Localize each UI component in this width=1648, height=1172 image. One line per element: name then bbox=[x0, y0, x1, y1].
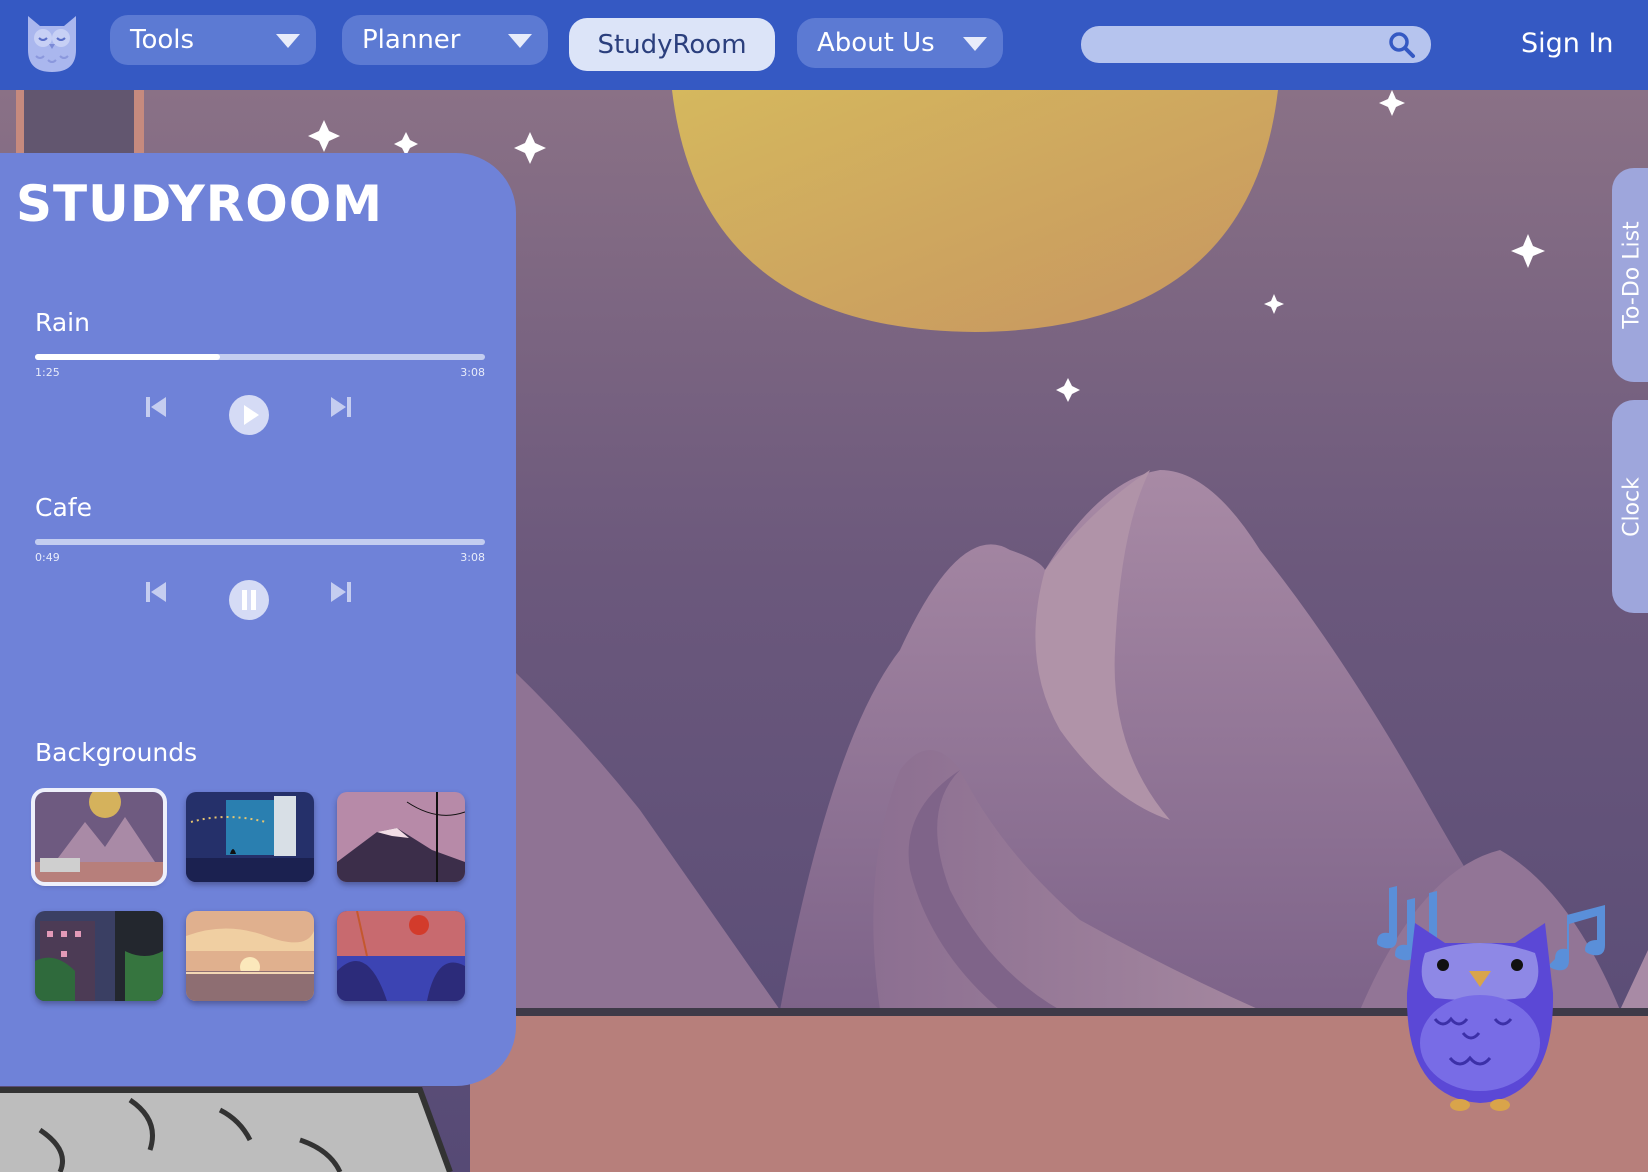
clock-tab[interactable]: Clock bbox=[1612, 400, 1648, 613]
progress-bar[interactable] bbox=[35, 539, 485, 545]
skip-next-icon[interactable] bbox=[328, 579, 354, 609]
planner-label: Planner bbox=[362, 25, 461, 55]
chevron-down-icon bbox=[276, 34, 300, 48]
progress-fill bbox=[35, 539, 152, 545]
owl-mascot-icon bbox=[1355, 883, 1615, 1133]
track-name: Rain bbox=[35, 308, 90, 337]
skip-previous-icon[interactable] bbox=[143, 394, 169, 424]
cafe-player: Cafe 0:49 3:08 bbox=[35, 493, 485, 620]
duration-time: 3:08 bbox=[460, 551, 485, 564]
background-thumb-night-window[interactable] bbox=[186, 792, 314, 882]
owl-logo-icon[interactable] bbox=[22, 10, 82, 74]
studyroom-panel: STUDYROOM Rain 1:25 3:08 Cafe 0:49 3:08 bbox=[0, 153, 516, 1086]
top-nav: Tools Planner StudyRoom About Us Sign In bbox=[0, 0, 1648, 90]
rain-player: Rain 1:25 3:08 bbox=[35, 308, 485, 435]
chevron-down-icon bbox=[508, 34, 532, 48]
background-thumb-night-city[interactable] bbox=[35, 911, 163, 1001]
search-icon[interactable] bbox=[1387, 30, 1417, 60]
progress-bar[interactable] bbox=[35, 354, 485, 360]
duration-time: 3:08 bbox=[460, 366, 485, 379]
track-name: Cafe bbox=[35, 493, 92, 522]
background-thumb-moon-mountains[interactable] bbox=[31, 788, 167, 886]
search-input[interactable] bbox=[1081, 26, 1431, 63]
clock-label: Clock bbox=[1619, 476, 1645, 537]
planner-dropdown[interactable]: Planner bbox=[342, 15, 548, 65]
about-label: About Us bbox=[817, 28, 935, 58]
todo-list-tab[interactable]: To-Do List bbox=[1612, 168, 1648, 382]
sign-in-link[interactable]: Sign In bbox=[1521, 28, 1614, 59]
about-dropdown[interactable]: About Us bbox=[797, 18, 1003, 68]
studyroom-tab[interactable]: StudyRoom bbox=[569, 18, 775, 71]
background-thumb-pink-mountain[interactable] bbox=[337, 792, 465, 882]
current-time: 0:49 bbox=[35, 551, 60, 564]
chevron-down-icon bbox=[963, 37, 987, 51]
tools-dropdown[interactable]: Tools bbox=[110, 15, 316, 65]
studyroom-label: StudyRoom bbox=[597, 29, 747, 60]
skip-next-icon[interactable] bbox=[328, 394, 354, 424]
progress-fill bbox=[35, 354, 220, 360]
skip-previous-icon[interactable] bbox=[143, 579, 169, 609]
backgrounds-heading: Backgrounds bbox=[35, 738, 198, 767]
current-time: 1:25 bbox=[35, 366, 60, 379]
pause-icon[interactable] bbox=[228, 579, 270, 625]
play-icon[interactable] bbox=[228, 394, 270, 440]
tools-label: Tools bbox=[130, 25, 195, 55]
page-title: STUDYROOM bbox=[16, 175, 384, 233]
todo-list-label: To-Do List bbox=[1619, 221, 1645, 329]
background-thumb-sunset-clouds[interactable] bbox=[186, 911, 314, 1001]
background-thumb-red-moon-lake[interactable] bbox=[337, 911, 465, 1001]
